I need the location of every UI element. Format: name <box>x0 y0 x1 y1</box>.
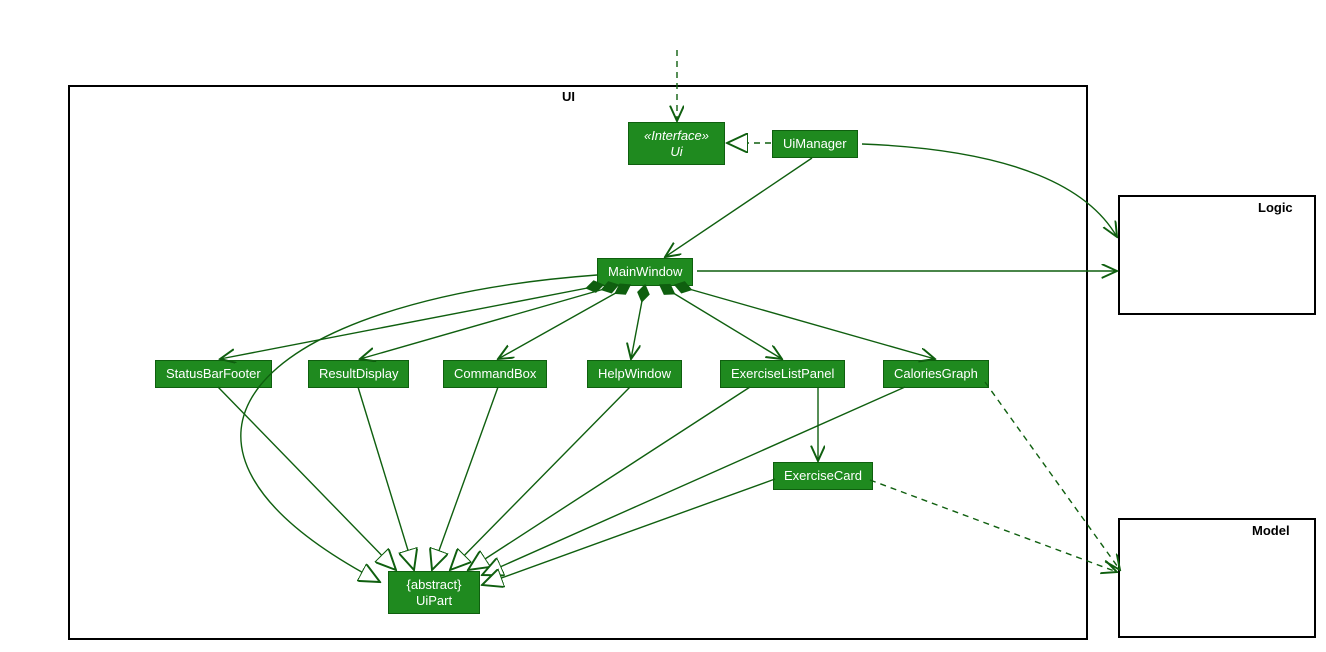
class-name: ExerciseListPanel <box>731 366 834 381</box>
class-name: CaloriesGraph <box>894 366 978 381</box>
class-name: ResultDisplay <box>319 366 398 381</box>
node-exercise-list: ExerciseListPanel <box>720 360 845 388</box>
node-calories-graph: CaloriesGraph <box>883 360 989 388</box>
package-ui-label: UI <box>562 89 575 104</box>
node-ui-interface: «Interface» Ui <box>628 122 725 165</box>
class-name: UiPart <box>416 593 452 608</box>
package-logic-label: Logic <box>1258 200 1293 215</box>
package-model-label: Model <box>1252 523 1290 538</box>
class-name: CommandBox <box>454 366 536 381</box>
node-exercise-card: ExerciseCard <box>773 462 873 490</box>
class-name: MainWindow <box>608 264 682 279</box>
node-result-display: ResultDisplay <box>308 360 409 388</box>
diagram-canvas: UI Logic Model «Interface» Ui UiManager … <box>0 0 1326 652</box>
class-name: UiManager <box>783 136 847 151</box>
class-name: HelpWindow <box>598 366 671 381</box>
node-main-window: MainWindow <box>597 258 693 286</box>
class-name: StatusBarFooter <box>166 366 261 381</box>
node-status-bar: StatusBarFooter <box>155 360 272 388</box>
node-ui-manager: UiManager <box>772 130 858 158</box>
class-name: Ui <box>670 144 682 159</box>
node-ui-part: {abstract} UiPart <box>388 571 480 614</box>
class-name: ExerciseCard <box>784 468 862 483</box>
modifier-label: {abstract} <box>407 577 462 592</box>
stereotype-label: «Interface» <box>644 128 709 143</box>
node-command-box: CommandBox <box>443 360 547 388</box>
node-help-window: HelpWindow <box>587 360 682 388</box>
